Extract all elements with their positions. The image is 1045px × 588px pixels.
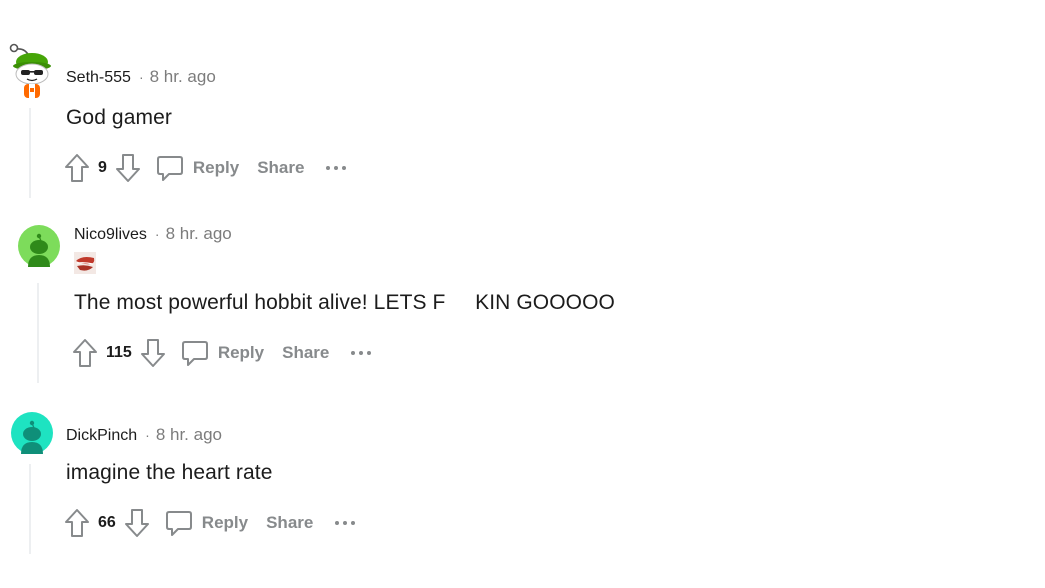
upvote-arrow-icon: [65, 509, 89, 537]
more-dot-icon: [351, 521, 356, 525]
thread-line[interactable]: [29, 464, 31, 554]
downvote-button[interactable]: [122, 508, 152, 538]
comment-text: imagine the heart rate: [66, 461, 273, 484]
more-dot-icon: [335, 521, 340, 525]
upvote-button[interactable]: [62, 508, 92, 538]
timestamp[interactable]: 8 hr. ago: [156, 425, 222, 445]
comment-bubble-icon: [165, 511, 192, 536]
more-dot-icon: [343, 521, 348, 525]
comment-actions: 66 Reply Share: [62, 506, 359, 540]
meta-separator: ·: [145, 427, 150, 443]
vote-score: 66: [98, 514, 116, 531]
share-button[interactable]: Share: [266, 513, 313, 533]
reply-button[interactable]: Reply: [164, 508, 248, 538]
comment-3: DickPinch · 8 hr. ago imagine the heart …: [0, 0, 1045, 588]
downvote-arrow-icon: [124, 509, 149, 537]
more-options-button[interactable]: [335, 513, 359, 533]
reply-label: Reply: [201, 513, 249, 532]
avatar[interactable]: [11, 412, 53, 454]
username[interactable]: DickPinch: [66, 427, 137, 445]
comment-meta: DickPinch · 8 hr. ago: [66, 425, 222, 445]
